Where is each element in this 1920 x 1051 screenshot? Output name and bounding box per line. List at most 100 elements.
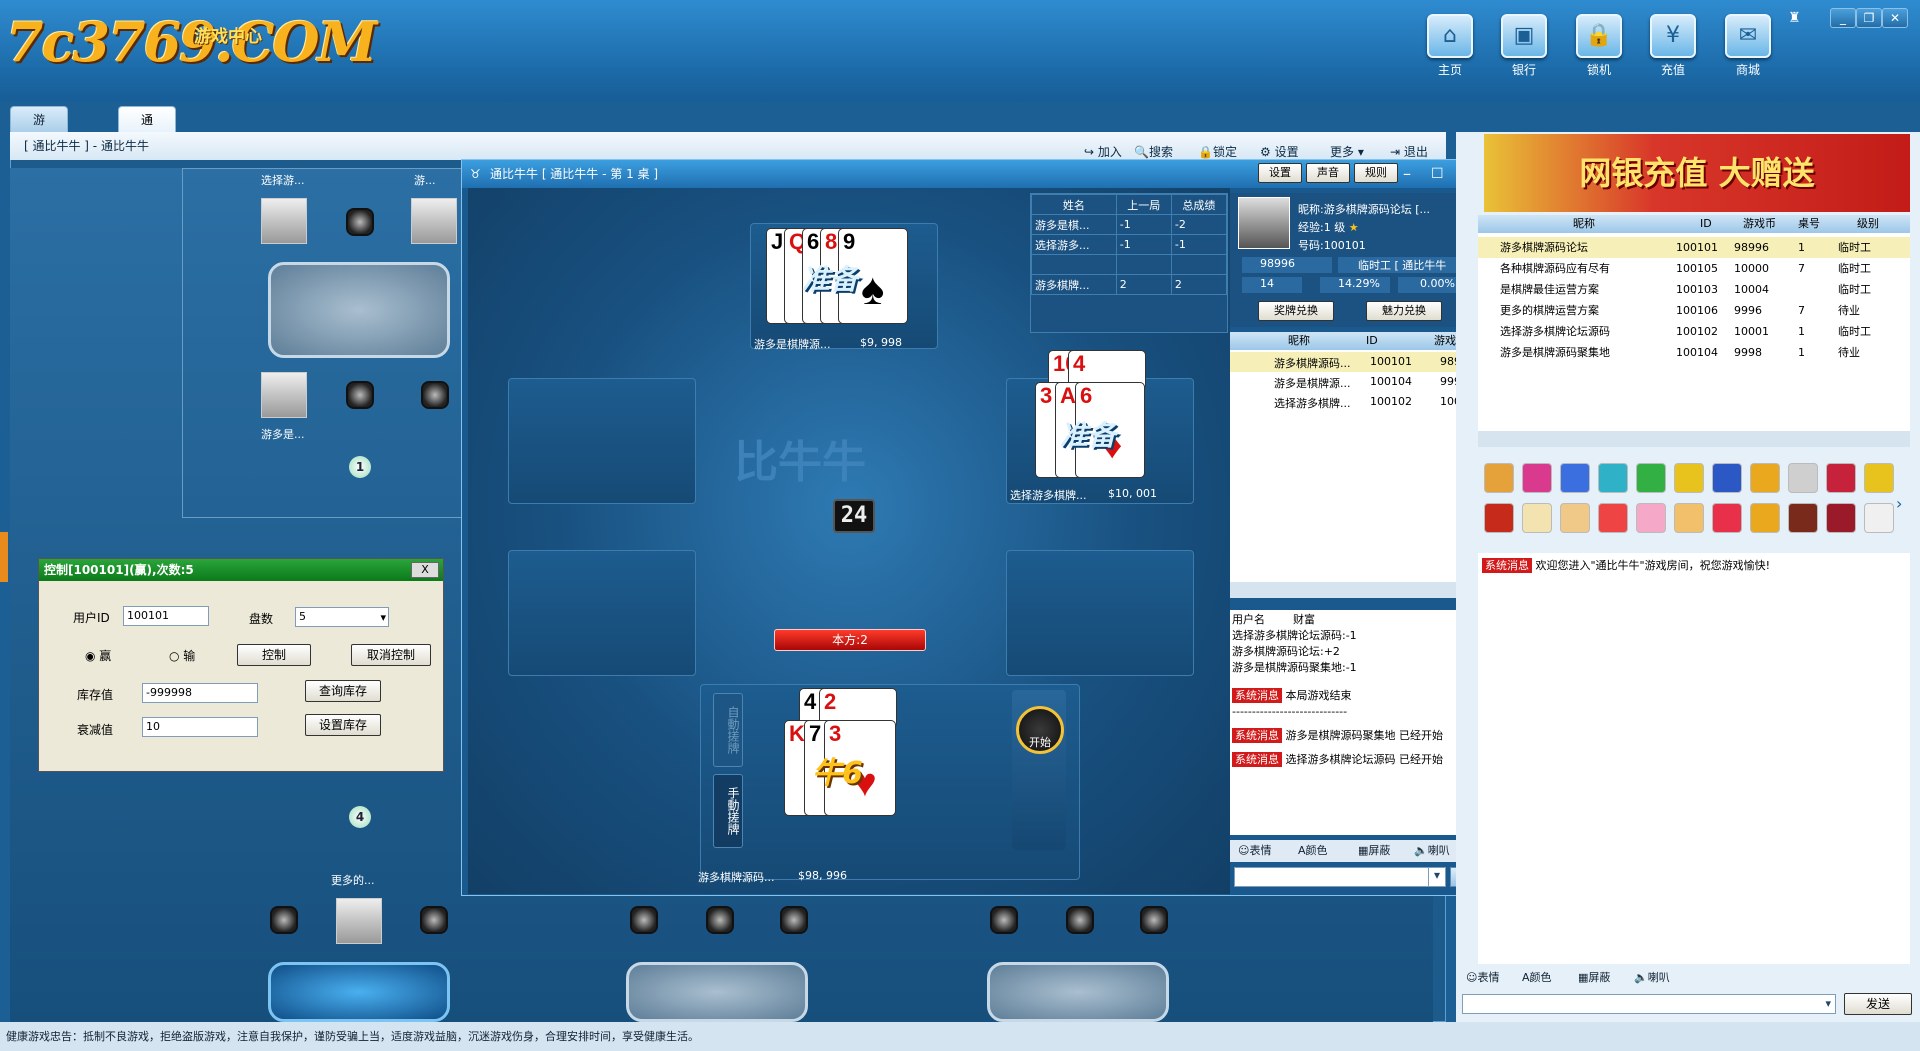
avatar[interactable] xyxy=(261,198,307,244)
nav-shop[interactable]: ✉ 商城 xyxy=(1718,14,1778,80)
gift-icon[interactable] xyxy=(1674,503,1704,533)
join-button[interactable]: ↪ 加入 xyxy=(1084,143,1122,160)
lose-radio[interactable]: ○ 输 xyxy=(169,647,195,664)
gift-icon[interactable] xyxy=(1636,503,1666,533)
send-button[interactable]: 发送 xyxy=(1844,993,1912,1015)
gift-icon[interactable] xyxy=(1484,503,1514,533)
cancel-control-button[interactable]: 取消控制 xyxy=(351,644,431,666)
seat[interactable] xyxy=(420,906,448,934)
lock-button[interactable]: 🔒锁定 xyxy=(1198,143,1237,160)
table-row[interactable]: 是棋牌最佳运营方案 100103 10004 临时工 xyxy=(1478,279,1910,300)
gift-icon[interactable] xyxy=(1560,503,1590,533)
userid-input[interactable]: 100101 xyxy=(123,606,209,626)
chevron-down-icon[interactable]: ▾ xyxy=(1428,867,1446,887)
seat[interactable] xyxy=(1066,906,1094,934)
gift-icon[interactable] xyxy=(1522,503,1552,533)
chevron-right-icon[interactable]: › xyxy=(1896,494,1902,513)
seat[interactable] xyxy=(346,381,374,409)
avatar[interactable] xyxy=(336,898,382,944)
minimize-icon[interactable]: – xyxy=(1403,160,1411,188)
gift-icon[interactable] xyxy=(1788,463,1818,493)
control-button[interactable]: 控制 xyxy=(237,644,311,666)
nav-bank[interactable]: ▣ 银行 xyxy=(1494,14,1554,80)
gift-icon[interactable] xyxy=(1598,503,1628,533)
search-button[interactable]: 🔍搜索 xyxy=(1134,143,1173,160)
emoji-button[interactable]: ☺表情 xyxy=(1466,966,1499,990)
gift-icon[interactable] xyxy=(1826,503,1856,533)
recharge-banner[interactable]: 网银充值 大赠送 xyxy=(1484,134,1910,212)
seat[interactable] xyxy=(1140,906,1168,934)
gift-icon[interactable] xyxy=(1560,463,1590,493)
gift-icon[interactable] xyxy=(1522,463,1552,493)
avatar[interactable] xyxy=(261,372,307,418)
gift-icon[interactable] xyxy=(1484,463,1514,493)
block-button[interactable]: ▦屏蔽 xyxy=(1358,840,1390,862)
gift-icon[interactable] xyxy=(1788,503,1818,533)
nav-home[interactable]: ⌂ 主页 xyxy=(1420,14,1480,80)
color-button[interactable]: A颜色 xyxy=(1522,966,1552,990)
stock-input[interactable]: -999998 xyxy=(142,683,258,703)
settings-button[interactable]: ⚙ 设置 xyxy=(1260,143,1299,160)
room-chat-input[interactable]: ▾ xyxy=(1462,994,1836,1014)
game-chat-input[interactable] xyxy=(1234,867,1430,887)
gift-icon[interactable] xyxy=(1712,503,1742,533)
nav-recharge[interactable]: ¥ 充值 xyxy=(1643,14,1703,80)
close-icon[interactable]: X xyxy=(411,562,439,578)
lobby-table[interactable] xyxy=(268,962,450,1022)
lobby-table[interactable] xyxy=(987,962,1169,1022)
seat[interactable] xyxy=(630,906,658,934)
side-handle[interactable] xyxy=(0,532,8,582)
gift-icon[interactable] xyxy=(1750,503,1780,533)
emoji-button[interactable]: ☺表情 xyxy=(1238,840,1271,862)
scrollbar[interactable] xyxy=(1478,431,1910,447)
seat[interactable] xyxy=(780,906,808,934)
nav-lock[interactable]: 🔒 锁机 xyxy=(1569,14,1629,80)
restore-button[interactable]: ❐ xyxy=(1856,8,1882,28)
win-radio[interactable]: ◉ 赢 xyxy=(85,647,111,664)
tab-tongbi[interactable]: 通比牛牛 xyxy=(118,106,177,205)
query-stock-button[interactable]: 查询库存 xyxy=(305,680,381,702)
lobby-table[interactable] xyxy=(626,962,808,1022)
manual-rub-button[interactable]: 手動搓牌 xyxy=(713,774,743,848)
close-button[interactable]: ✕ xyxy=(1882,8,1908,28)
rules-button[interactable]: 规则 xyxy=(1354,163,1398,183)
seat[interactable] xyxy=(421,381,449,409)
table-row[interactable]: 游多是棋牌源... 100104 9998 xyxy=(1230,372,1477,392)
table-row[interactable]: 选择游多棋牌...10010210001 xyxy=(1230,392,1477,412)
gift-icon[interactable] xyxy=(1598,463,1628,493)
gift-icon[interactable] xyxy=(1750,463,1780,493)
gift-icon[interactable] xyxy=(1674,463,1704,493)
table-row[interactable]: 各种棋牌源码应有尽有 100105 10000 7 临时工 xyxy=(1478,258,1910,279)
seat[interactable] xyxy=(706,906,734,934)
game-settings-button[interactable]: 设置 xyxy=(1258,163,1302,183)
gift-icon[interactable] xyxy=(1864,503,1894,533)
seat[interactable] xyxy=(990,906,1018,934)
table-row[interactable]: 游多棋牌源码...10010198996 xyxy=(1230,352,1477,372)
gift-icon[interactable] xyxy=(1712,463,1742,493)
horn-button[interactable]: 🔈喇叭 xyxy=(1634,966,1670,990)
award-exchange-button[interactable]: 奖牌兑换 xyxy=(1258,301,1334,321)
table-row[interactable]: 更多的棋牌运营方案 100106 9996 7 待业 xyxy=(1478,300,1910,321)
maximize-icon[interactable]: ☐ xyxy=(1431,160,1444,188)
decay-input[interactable]: 10 xyxy=(142,717,258,737)
more-button[interactable]: 更多 ▾ xyxy=(1330,143,1364,160)
gift-icon[interactable] xyxy=(1636,463,1666,493)
avatar[interactable] xyxy=(411,198,457,244)
horn-button[interactable]: 🔈喇叭 xyxy=(1414,840,1450,862)
table-row[interactable]: 游多棋牌源码论坛 100101 98996 1 临时工 xyxy=(1478,237,1910,258)
exit-button[interactable]: ⇥ 退出 xyxy=(1390,143,1428,160)
set-stock-button[interactable]: 设置库存 xyxy=(305,714,381,736)
table-row[interactable]: 游多是棋牌源码聚集地 100104 9998 1 待业 xyxy=(1478,342,1910,363)
table-row[interactable]: 选择游多棋牌论坛源码 100102 10001 1 临时工 xyxy=(1478,321,1910,342)
gift-icon[interactable] xyxy=(1826,463,1856,493)
skin-icon[interactable]: ♜ xyxy=(1788,10,1801,26)
chevron-down-icon[interactable]: ▾ xyxy=(1825,995,1831,1013)
tab-lobby[interactable]: 游戏广场 xyxy=(10,106,69,205)
scrollbar[interactable] xyxy=(1230,582,1477,598)
rounds-select[interactable]: 5 ▾ xyxy=(295,607,389,627)
color-button[interactable]: A颜色 xyxy=(1298,840,1328,862)
seat[interactable] xyxy=(270,906,298,934)
seat[interactable] xyxy=(346,208,374,236)
block-button[interactable]: ▦屏蔽 xyxy=(1578,966,1610,990)
sound-button[interactable]: 声音 xyxy=(1306,163,1350,183)
